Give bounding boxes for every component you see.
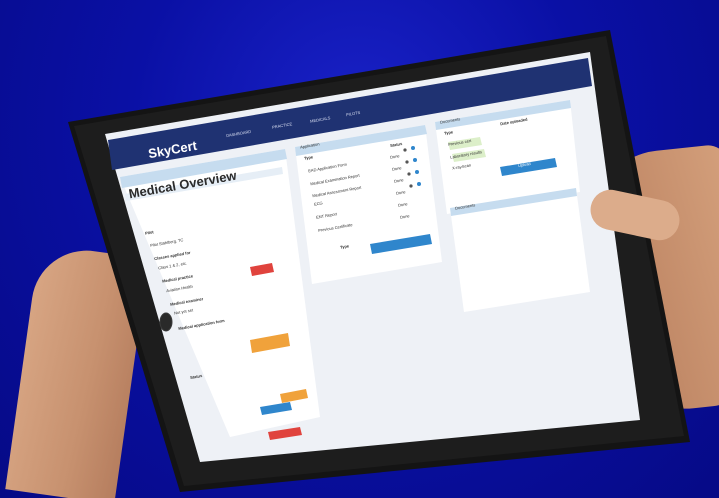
photo-scene: SkyCert DASHBOARD PRACTICE MEDICALS PILO… (0, 0, 719, 498)
tablet-device: SkyCert DASHBOARD PRACTICE MEDICALS PILO… (50, 22, 690, 492)
app-render (108, 58, 592, 440)
app-screen: SkyCert DASHBOARD PRACTICE MEDICALS PILO… (50, 22, 690, 492)
